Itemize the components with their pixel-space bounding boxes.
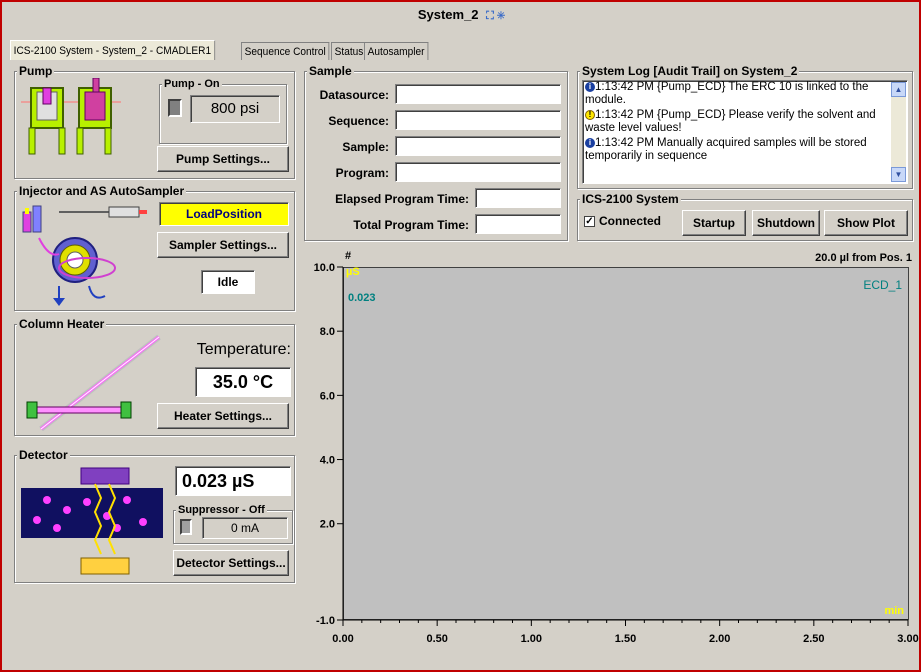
elapsed-time-label: Elapsed Program Time:: [335, 192, 469, 206]
sequence-label: Sequence:: [328, 114, 389, 128]
sample-group-title: Sample: [307, 64, 354, 78]
column-heater-group-title: Column Heater: [17, 317, 107, 331]
pump-settings-button[interactable]: Pump Settings...: [157, 146, 289, 172]
scroll-down-icon[interactable]: ▼: [891, 167, 906, 182]
suppressor-title: Suppressor - Off: [176, 503, 267, 517]
plot-injection-info: 20.0 µl from Pos. 1: [815, 252, 912, 264]
window-titlebar: System_2 ⛶ ✳: [4, 4, 919, 26]
detector-settings-button[interactable]: Detector Settings...: [173, 550, 289, 576]
log-entry: i 1:13:42 PM Manually acquired samples wi…: [585, 137, 867, 162]
column-heater-panel: Column Heater Temperature: 35.0 °C Heate…: [14, 317, 295, 436]
tab-system-control[interactable]: ICS-2100 System - System_2 - CMADLER1: [10, 40, 215, 60]
plot-unit: µS: [346, 266, 360, 278]
column-heater-icon: [26, 334, 161, 431]
elapsed-time-field: [475, 188, 561, 208]
temperature-label: Temperature:: [196, 341, 291, 358]
pump-group-title: Pump: [17, 64, 55, 78]
sample-field[interactable]: [395, 136, 561, 156]
detector-panel: Detector 0.023 µS Suppressor - Off 0 mA …: [14, 448, 295, 583]
plot-current-value: 0.023: [348, 292, 376, 304]
tab-autosampler[interactable]: Autosampler: [363, 42, 429, 60]
system-log-list[interactable]: i 1:13:42 PM {Pump_ECD} The ERC 10 is lin…: [582, 80, 908, 184]
sampler-settings-button[interactable]: Sampler Settings...: [157, 232, 289, 258]
warning-icon: !: [585, 109, 595, 120]
ics-system-panel: ICS-2100 System ✓ Connected Startup Shutd…: [577, 192, 913, 241]
log-entry: ! 1:13:42 PM {Pump_ECD} Please verify the…: [585, 109, 876, 134]
ics-system-title: ICS-2100 System: [580, 192, 681, 206]
detector-cell-icon: [21, 467, 163, 575]
sample-label: Sample:: [342, 140, 389, 154]
window-title: System_2: [417, 7, 479, 22]
datasource-field[interactable]: [395, 84, 561, 104]
info-icon: i: [585, 81, 595, 92]
temperature-readout: 35.0 °C: [195, 367, 291, 397]
startup-button[interactable]: Startup: [682, 210, 746, 236]
log-scrollbar[interactable]: ▲ ▼: [891, 82, 906, 182]
info-icon: i: [585, 137, 595, 148]
pump-panel: Pump Pump - On 800 psi Pump Settings...: [14, 64, 295, 179]
suppressor-box: Suppressor - Off 0 mA: [173, 503, 293, 544]
heater-settings-button[interactable]: Heater Settings...: [157, 403, 289, 429]
plot-channel-label: ECD_1: [863, 278, 902, 292]
maximize-icon[interactable]: ⛶ ✳: [486, 10, 505, 22]
sampler-status: Idle: [201, 270, 255, 294]
system-log-title: System Log [Audit Trail] on System_2: [580, 64, 800, 78]
sequence-field[interactable]: [395, 110, 561, 130]
program-field[interactable]: [395, 162, 561, 182]
suppressor-current: 0 mA: [202, 517, 288, 539]
sample-panel: Sample Datasource: Sequence: Sample: Pro…: [304, 64, 568, 241]
connected-checkbox[interactable]: ✓ Connected: [584, 214, 661, 228]
connected-label: Connected: [599, 214, 662, 228]
checkbox-checked-icon: ✓: [584, 216, 595, 228]
injector-panel: Injector and AS AutoSampler LoadPosition…: [14, 184, 295, 311]
tab-status[interactable]: Status: [330, 42, 367, 60]
pump-on-toggle[interactable]: [168, 99, 182, 117]
conductivity-readout: 0.023 µS: [175, 466, 291, 496]
injector-group-title: Injector and AS AutoSampler: [17, 184, 187, 198]
show-plot-button[interactable]: Show Plot: [824, 210, 908, 236]
chromatogram-plot[interactable]: µS 0.023 ECD_1 min: [343, 266, 909, 620]
suppressor-toggle[interactable]: [180, 519, 192, 535]
detector-group-title: Detector: [17, 448, 70, 462]
pump-status-title: Pump - On: [162, 77, 222, 91]
system-log-panel: System Log [Audit Trail] on System_2 i 1:…: [577, 64, 913, 189]
plot-x-unit: min: [884, 605, 904, 617]
log-entry: i 1:13:42 PM {Pump_ECD} The ERC 10 is lin…: [585, 81, 869, 106]
tab-sequence-control[interactable]: Sequence Control: [240, 42, 329, 60]
shutdown-button[interactable]: Shutdown: [752, 210, 820, 236]
injector-valve-icon: [22, 205, 147, 306]
program-label: Program:: [335, 166, 389, 180]
pump-pressure-readout: 800 psi: [190, 95, 280, 123]
pump-diagram-icon: [21, 78, 121, 155]
datasource-label: Datasource:: [319, 88, 389, 102]
total-time-field: [475, 214, 561, 234]
pump-status-box: Pump - On 800 psi: [159, 77, 287, 144]
injector-position-indicator: LoadPosition: [159, 202, 289, 226]
plot-y-symbol: #: [345, 250, 352, 262]
tab-bar: ICS-2100 System - System_2 - CMADLER1 Se…: [10, 40, 429, 60]
total-time-label: Total Program Time:: [353, 218, 469, 232]
scroll-up-icon[interactable]: ▲: [891, 82, 906, 97]
